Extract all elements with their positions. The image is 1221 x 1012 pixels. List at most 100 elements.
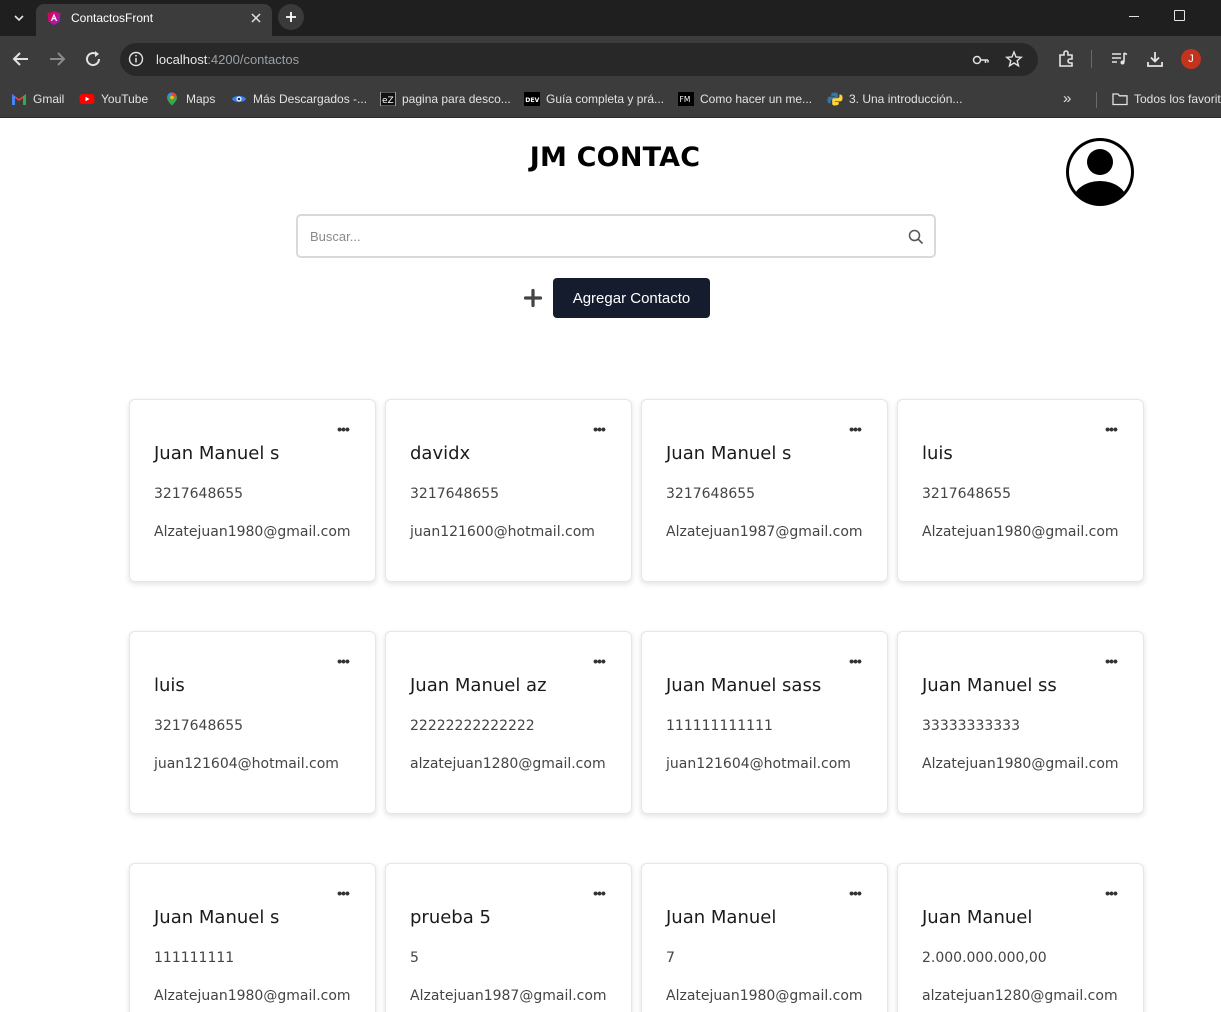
card-more-options-icon[interactable]: •••	[334, 654, 352, 668]
contact-phone: 22222222222222	[410, 718, 535, 734]
contact-name: Juan Manuel s	[154, 907, 280, 928]
reload-icon[interactable]	[81, 47, 105, 71]
back-arrow-icon[interactable]	[9, 47, 33, 71]
ez-icon: eZ	[380, 92, 396, 106]
plus-icon	[286, 12, 296, 22]
bookmark-label: Guía completa y prá...	[546, 92, 665, 106]
bookmark-pagina-descargas[interactable]: eZ pagina para desco...	[380, 90, 511, 108]
card-more-options-icon[interactable]: •••	[590, 654, 608, 668]
address-bar[interactable]: localhost:4200/contactos	[120, 43, 1038, 76]
gmail-icon	[12, 94, 26, 105]
tab-search-button[interactable]	[6, 6, 32, 30]
contact-email: Alzatejuan1980@gmail.com	[922, 524, 1119, 540]
contact-phone: 33333333333	[922, 718, 1020, 734]
contact-name: Juan Manuel s	[666, 443, 792, 464]
contact-card[interactable]: ••• Juan Manuel 2.000.000.000,00 alzatejuan…	[897, 863, 1144, 1012]
dev-icon: DEV	[524, 92, 540, 106]
contact-phone: 3217648655	[154, 486, 244, 502]
card-more-options-icon[interactable]: •••	[590, 422, 608, 436]
card-more-options-icon[interactable]: •••	[846, 654, 864, 668]
contact-email: juan121604@hotmail.com	[154, 756, 339, 772]
bookmarks-bar: Gmail YouTube Maps Más Descargados -... …	[0, 82, 1221, 118]
card-more-options-icon[interactable]: •••	[846, 886, 864, 900]
bookmark-label: YouTube	[101, 92, 149, 106]
browser-tab-active[interactable]: ContactosFront	[36, 4, 272, 36]
contact-card[interactable]: ••• prueba 5 5 Alzatejuan1987@gmail.com	[385, 863, 632, 1012]
contact-card[interactable]: ••• Juan Manuel az 22222222222222 alzatejua…	[385, 631, 632, 814]
url-host: localhost	[156, 52, 208, 67]
contact-card[interactable]: ••• luis 3217648655 juan121604@hotmail.com	[129, 631, 376, 814]
angular-icon	[47, 11, 61, 25]
contact-card[interactable]: ••• Juan Manuel sass 111111111111 juan12160…	[641, 631, 888, 814]
bookmark-guia-completa[interactable]: DEV Guía completa y prá...	[524, 90, 664, 108]
download-icon[interactable]	[1145, 49, 1165, 69]
page-content: JM CONTAC Agregar Contacto ••• Juan Manue…	[0, 118, 1221, 1012]
key-icon[interactable]	[972, 52, 990, 68]
add-contact-button[interactable]: Agregar Contacto	[553, 278, 710, 318]
card-more-options-icon[interactable]: •••	[590, 886, 608, 900]
contact-name: luis	[922, 443, 953, 464]
bookmark-introduccion[interactable]: 3. Una introducción...	[827, 90, 962, 108]
bookmark-gmail[interactable]: Gmail	[11, 90, 64, 108]
python-icon	[827, 92, 843, 106]
url-text: localhost:4200/contactos	[156, 52, 299, 67]
contact-email: Alzatejuan1987@gmail.com	[666, 524, 863, 540]
contact-phone: 7	[666, 950, 675, 966]
new-tab-button[interactable]	[278, 4, 304, 30]
bookmark-youtube[interactable]: YouTube	[79, 90, 148, 108]
tab-title: ContactosFront	[71, 11, 154, 25]
bookmarks-overflow-chevron-icon[interactable]: »	[1063, 90, 1071, 107]
contact-card[interactable]: ••• davidx 3217648655 juan121600@hotmail.co…	[385, 399, 632, 582]
card-more-options-icon[interactable]: •••	[334, 422, 352, 436]
maximize-window-button[interactable]	[1174, 10, 1185, 21]
contact-email: Alzatejuan1980@gmail.com	[666, 988, 863, 1004]
bookmark-label: Como hacer un me...	[700, 92, 813, 106]
contact-card[interactable]: ••• Juan Manuel s 3217648655 Alzatejuan1987…	[641, 399, 888, 582]
card-more-options-icon[interactable]: •••	[1102, 422, 1120, 436]
contact-phone: 3217648655	[922, 486, 1012, 502]
contact-name: prueba 5	[410, 907, 491, 928]
search-input[interactable]	[310, 224, 890, 248]
chevron-down-icon	[14, 15, 24, 22]
card-more-options-icon[interactable]: •••	[846, 422, 864, 436]
maps-icon	[167, 92, 177, 106]
profile-initial: J	[1188, 53, 1194, 65]
forward-arrow-icon[interactable]	[45, 47, 69, 71]
bookmark-label: Más Descargados -...	[253, 92, 368, 106]
user-profile-icon[interactable]	[1063, 135, 1137, 209]
contact-card[interactable]: ••• luis 3217648655 Alzatejuan1980@gmail.co…	[897, 399, 1144, 582]
bookmark-label: pagina para desco...	[402, 92, 511, 106]
contact-email: Alzatejuan1980@gmail.com	[154, 988, 351, 1004]
eye-icon	[232, 96, 246, 102]
site-info-icon[interactable]	[128, 51, 144, 67]
contact-name: Juan Manuel	[922, 907, 1033, 928]
bookmark-star-icon[interactable]	[1005, 50, 1023, 68]
contact-name: Juan Manuel az	[410, 675, 547, 696]
contact-email: juan121604@hotmail.com	[666, 756, 851, 772]
profile-avatar[interactable]: J	[1181, 49, 1201, 69]
card-more-options-icon[interactable]: •••	[1102, 654, 1120, 668]
bookmark-como-hacer[interactable]: FM Como hacer un me...	[678, 90, 812, 108]
bookmark-mas-descargados[interactable]: Más Descargados -...	[231, 90, 367, 108]
minimize-window-button[interactable]	[1126, 6, 1144, 26]
close-icon	[251, 13, 261, 23]
contact-phone: 2.000.000.000,00	[922, 950, 1047, 966]
bookmark-all-favorites[interactable]: Todos los favoritos	[1112, 90, 1221, 108]
extensions-icon[interactable]	[1056, 49, 1076, 69]
media-queue-icon[interactable]	[1110, 49, 1130, 69]
tab-close-button[interactable]	[246, 8, 266, 28]
contact-card[interactable]: ••• Juan Manuel 7 Alzatejuan1980@gmail.com	[641, 863, 888, 1012]
bookmark-maps[interactable]: Maps	[164, 90, 215, 108]
contact-card[interactable]: ••• Juan Manuel s 3217648655 Alzatejuan1980…	[129, 399, 376, 582]
folder-icon	[1112, 93, 1128, 106]
card-more-options-icon[interactable]: •••	[334, 886, 352, 900]
browser-toolbar: localhost:4200/contactos J	[0, 36, 1221, 82]
contact-card[interactable]: ••• Juan Manuel s 111111111 Alzatejuan1980@…	[129, 863, 376, 1012]
search-icon[interactable]	[907, 228, 925, 246]
browser-tab-strip: ContactosFront	[0, 0, 1221, 36]
add-plus-icon[interactable]	[523, 288, 543, 308]
card-more-options-icon[interactable]: •••	[1102, 886, 1120, 900]
contact-card[interactable]: ••• Juan Manuel ss 33333333333 Alzatejuan19…	[897, 631, 1144, 814]
contact-email: Alzatejuan1980@gmail.com	[154, 524, 351, 540]
contact-phone: 3217648655	[666, 486, 756, 502]
